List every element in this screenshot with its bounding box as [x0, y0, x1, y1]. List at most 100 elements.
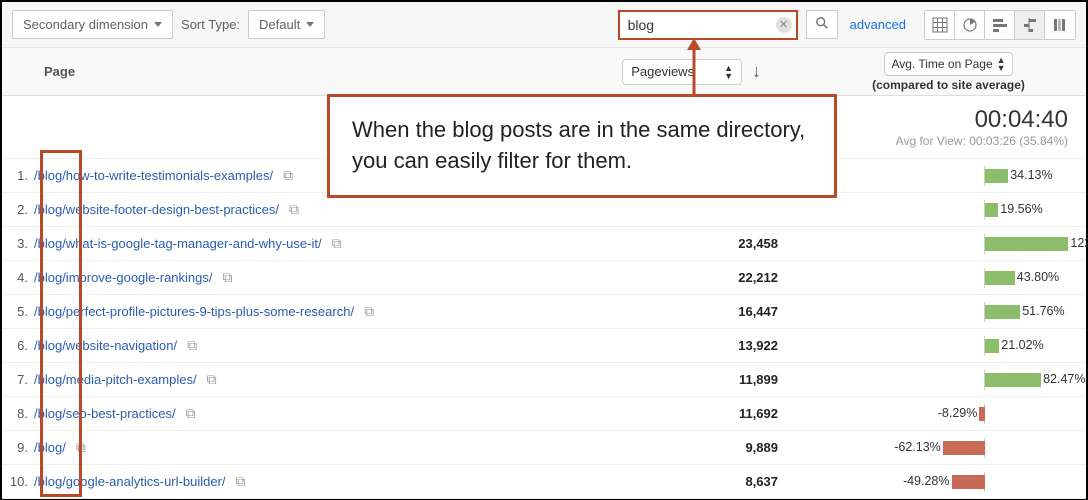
open-external-icon[interactable]: ⧉	[332, 235, 342, 252]
page-cell: /blog/media-pitch-examples/⧉	[34, 371, 658, 388]
open-external-icon[interactable]: ⧉	[236, 473, 246, 490]
row-number: 6.	[2, 338, 34, 353]
page-cell: /blog/perfect-profile-pictures-9-tips-pl…	[34, 303, 658, 320]
row-number: 5.	[2, 304, 34, 319]
pageviews-cell: 16,447	[658, 304, 818, 319]
pct-label: 19.56%	[1000, 202, 1042, 216]
page-cell: /blog/improve-google-rankings/⧉	[34, 269, 658, 286]
summary-value: 00:04:40	[896, 106, 1068, 134]
annotation-text: When the blog posts are in the same dire…	[352, 117, 805, 173]
row-number: 2.	[2, 202, 34, 217]
comparison-bar: -62.13%	[818, 438, 1078, 458]
page-cell: /blog/what-is-google-tag-manager-and-why…	[34, 235, 658, 252]
page-link[interactable]: /blog/perfect-profile-pictures-9-tips-pl…	[34, 304, 354, 319]
pct-label: -49.28%	[903, 474, 950, 488]
open-external-icon[interactable]: ⧉	[186, 405, 196, 422]
pageviews-cell: 13,922	[658, 338, 818, 353]
secondary-dimension-label: Secondary dimension	[23, 17, 148, 32]
search-button[interactable]	[806, 10, 838, 39]
comparison-bar: 51.76%	[818, 302, 1078, 322]
table-row: 4./blog/improve-google-rankings/⧉22,2124…	[2, 261, 1086, 295]
table-row: 9./blog/⧉9,889 -62.13%	[2, 431, 1086, 465]
pct-label: 43.80%	[1017, 270, 1059, 284]
table-row: 6./blog/website-navigation/⧉13,922 21.02%	[2, 329, 1086, 363]
view-performance-icon[interactable]	[985, 11, 1015, 39]
view-pivot-icon[interactable]	[1045, 11, 1075, 39]
pageviews-cell: 23,458	[658, 236, 818, 251]
page-cell: /blog/website-navigation/⧉	[34, 337, 658, 354]
row-number: 7.	[2, 372, 34, 387]
pct-label: -62.13%	[894, 440, 941, 454]
table-row: 5./blog/perfect-profile-pictures-9-tips-…	[2, 295, 1086, 329]
row-number: 9.	[2, 440, 34, 455]
annotation-highlight-blog-prefix	[40, 150, 82, 497]
open-external-icon[interactable]: ⧉	[222, 269, 232, 286]
comparison-bar: -8.29%	[818, 404, 1078, 424]
page-cell: /blog/google-analytics-url-builder/⧉	[34, 473, 658, 490]
open-external-icon[interactable]: ⧉	[289, 201, 299, 218]
row-number: 4.	[2, 270, 34, 285]
page-cell: /blog/⧉	[34, 439, 658, 456]
comparison-bar: -49.28%	[818, 472, 1078, 492]
comparison-bar: 82.47%	[818, 370, 1078, 390]
comparison-bar: 34.13%	[818, 166, 1078, 186]
select-arrows-icon: ▲▼	[724, 64, 733, 80]
avg-metric-select[interactable]: Avg. Time on Page ▲▼	[884, 52, 1012, 76]
table-row: 10./blog/google-analytics-url-builder/⧉8…	[2, 465, 1086, 499]
pct-label: -8.29%	[938, 406, 978, 420]
search-input[interactable]	[618, 10, 798, 40]
open-external-icon[interactable]: ⧉	[207, 371, 217, 388]
open-external-icon[interactable]: ⧉	[364, 303, 374, 320]
pct-label: 51.76%	[1022, 304, 1064, 318]
sort-type-value: Default	[259, 17, 300, 32]
pct-label: 21.02%	[1001, 338, 1043, 352]
pct-label: 82.47%	[1043, 372, 1085, 386]
table-header: Page Pageviews ▲▼ ↓ Avg. Time on Page ▲▼…	[2, 48, 1086, 96]
row-number: 1.	[2, 168, 34, 183]
advanced-link[interactable]: advanced	[850, 17, 906, 32]
page-cell: /blog/seo-best-practices/⧉	[34, 405, 658, 422]
table-row: 8./blog/seo-best-practices/⧉11,692-8.29%	[2, 397, 1086, 431]
summary-subtext: Avg for View: 00:03:26 (35.84%)	[896, 134, 1068, 148]
compared-to-label: (compared to site average)	[821, 78, 1076, 92]
comparison-bar: 122.62%	[818, 234, 1078, 254]
caret-down-icon	[154, 22, 162, 27]
view-table-icon[interactable]	[925, 11, 955, 39]
page-cell: /blog/website-footer-design-best-practic…	[34, 201, 658, 218]
table-row: 3./blog/what-is-google-tag-manager-and-w…	[2, 227, 1086, 261]
sort-descending-icon[interactable]: ↓	[752, 61, 761, 82]
metric-select[interactable]: Pageviews ▲▼	[622, 59, 742, 85]
row-number: 10.	[2, 474, 34, 489]
table-row: 7./blog/media-pitch-examples/⧉11,89982.4…	[2, 363, 1086, 397]
pageviews-cell: 9,889	[658, 440, 818, 455]
table-row: 2./blog/website-footer-design-best-pract…	[2, 193, 1086, 227]
sort-type-button[interactable]: Default	[248, 10, 325, 39]
sort-type-label: Sort Type:	[181, 17, 240, 32]
pct-label: 34.13%	[1010, 168, 1052, 182]
annotation-arrow-icon	[684, 38, 704, 96]
comparison-bar: 43.80%	[818, 268, 1078, 288]
select-arrows-icon: ▲▼	[997, 56, 1006, 72]
search-wrap: ✕	[618, 10, 798, 40]
row-number: 8.	[2, 406, 34, 421]
avg-metric-label: Avg. Time on Page	[891, 57, 992, 71]
clear-search-icon[interactable]: ✕	[776, 17, 792, 33]
row-number: 3.	[2, 236, 34, 251]
view-comparison-icon[interactable]	[1015, 11, 1045, 39]
search-icon	[815, 16, 829, 30]
comparison-bar: 21.02%	[818, 336, 1078, 356]
toolbar: Secondary dimension Sort Type: Default ✕…	[2, 2, 1086, 48]
annotation-callout: When the blog posts are in the same dire…	[327, 94, 837, 198]
open-external-icon[interactable]: ⧉	[283, 167, 293, 184]
comparison-bar: 19.56%	[818, 200, 1078, 220]
open-external-icon[interactable]: ⧉	[187, 337, 197, 354]
view-pie-icon[interactable]	[955, 11, 985, 39]
table-body: 1./blog/how-to-write-testimonials-exampl…	[2, 159, 1086, 499]
caret-down-icon	[306, 22, 314, 27]
column-page[interactable]: Page	[44, 64, 622, 79]
view-toggle-group	[924, 10, 1076, 40]
pct-label: 122.62%	[1070, 236, 1088, 250]
pageviews-cell: 8,637	[658, 474, 818, 489]
comparison-column-header: Avg. Time on Page ▲▼ (compared to site a…	[821, 52, 1076, 92]
secondary-dimension-button[interactable]: Secondary dimension	[12, 10, 173, 39]
